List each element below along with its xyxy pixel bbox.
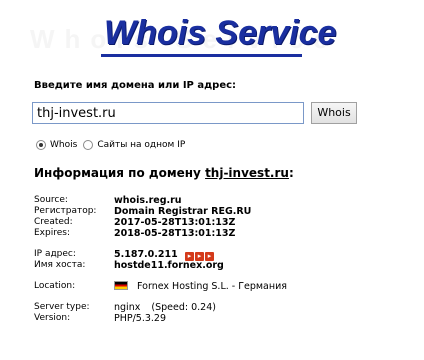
source-label: Source: bbox=[34, 195, 68, 205]
info-domain-link[interactable]: thj-invest.ru bbox=[205, 166, 289, 180]
host-value: hostde11.fornex.org bbox=[114, 260, 224, 271]
expires-value: 2018-05-28T13:01:13Z bbox=[114, 228, 236, 239]
germany-flag-icon bbox=[114, 281, 128, 290]
server-type-label: Server type: bbox=[34, 302, 90, 312]
host-label: Имя хоста: bbox=[34, 260, 86, 270]
row-created: Created: 2017-05-28T13:01:13Z bbox=[34, 217, 414, 228]
location-text: Fornex Hosting S.L. - Германия bbox=[137, 281, 287, 292]
version-label: Version: bbox=[34, 313, 71, 323]
radio-same-ip-label[interactable]: Сайты на одном IP bbox=[97, 140, 185, 150]
domain-prompt: Введите имя домена или IP адрес: bbox=[34, 80, 237, 91]
row-hostname: Имя хоста: hostde11.fornex.org bbox=[34, 260, 414, 271]
ip-label: IP адрес: bbox=[34, 249, 76, 259]
radio-whois-label[interactable]: Whois bbox=[50, 140, 77, 150]
whois-details: Source: whois.reg.ru Регистратор: Domain… bbox=[34, 195, 414, 324]
ip-address: 5.187.0.211 bbox=[114, 249, 178, 260]
registrar-value: Domain Registrar REG.RU bbox=[114, 206, 252, 217]
row-ip: IP адрес: 5.187.0.211 ▸ ▸ ▸ bbox=[34, 249, 414, 261]
whois-button[interactable]: Whois bbox=[311, 102, 357, 124]
location-value: Fornex Hosting S.L. - Германия bbox=[114, 281, 287, 292]
domain-input[interactable]: thj-invest.ru bbox=[32, 102, 304, 124]
info-heading: Информация по домену thj-invest.ru: bbox=[34, 166, 294, 180]
created-label: Created: bbox=[34, 217, 73, 227]
radio-same-ip[interactable] bbox=[83, 140, 94, 150]
speed-text: (Speed: 0.24) bbox=[151, 302, 216, 313]
row-version: Version: PHP/5.3.29 bbox=[34, 313, 414, 324]
info-heading-prefix: Информация по домену bbox=[34, 166, 201, 180]
row-server-type: Server type: nginx (Speed: 0.24) bbox=[34, 302, 414, 313]
logo-title[interactable]: Whois Service bbox=[104, 14, 336, 53]
row-location: Location: Fornex Hosting S.L. - Германия bbox=[34, 281, 414, 292]
source-value: whois.reg.ru bbox=[114, 195, 182, 206]
registrar-label: Регистратор: bbox=[34, 206, 97, 216]
row-registrar: Регистратор: Domain Registrar REG.RU bbox=[34, 206, 414, 217]
version-value: PHP/5.3.29 bbox=[114, 313, 167, 324]
created-value: 2017-05-28T13:01:13Z bbox=[114, 217, 236, 228]
info-heading-colon: : bbox=[288, 166, 294, 180]
server-type-text: nginx bbox=[114, 302, 141, 313]
location-label: Location: bbox=[34, 281, 76, 291]
ip-value: 5.187.0.211 ▸ ▸ ▸ bbox=[114, 249, 215, 261]
row-expires: Expires: 2018-05-28T13:01:13Z bbox=[34, 228, 414, 239]
server-type-value: nginx (Speed: 0.24) bbox=[114, 302, 216, 313]
radio-whois[interactable] bbox=[36, 140, 46, 150]
logo-area: Whois Service Whois Service bbox=[0, 6, 424, 66]
row-source: Source: whois.reg.ru bbox=[34, 195, 414, 206]
logo-underline bbox=[101, 54, 302, 57]
expires-label: Expires: bbox=[34, 228, 70, 238]
search-mode-options: Whois Сайты на одном IP bbox=[36, 140, 191, 150]
